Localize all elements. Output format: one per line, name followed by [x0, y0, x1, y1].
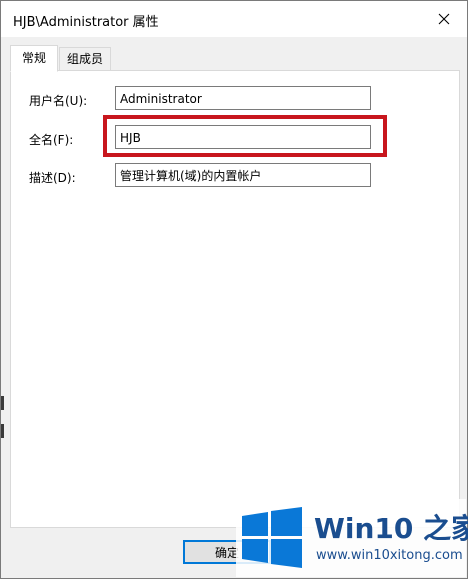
- close-button[interactable]: [421, 1, 467, 37]
- tab-general[interactable]: 常规: [10, 45, 58, 72]
- username-label: 用户名(U):: [29, 94, 88, 108]
- windows-logo-icon: [242, 507, 302, 568]
- fullname-label: 全名(F):: [29, 133, 74, 147]
- fullname-highlight-box: [103, 115, 387, 157]
- description-field[interactable]: 管理计算机(域)的内置帐户: [115, 163, 371, 187]
- username-field[interactable]: Administrator: [115, 86, 371, 110]
- close-icon: [438, 13, 450, 25]
- description-label: 描述(D):: [29, 171, 76, 185]
- window-title: HJB\Administrator 属性: [13, 15, 159, 30]
- background-edge-mark: [1, 424, 4, 438]
- background-edge-mark: [1, 396, 4, 410]
- watermark: Win10 之家 www.win10xitong.com: [236, 499, 468, 577]
- tab-member-of[interactable]: 组成员: [59, 47, 111, 71]
- general-tab-panel: 用户名(U): Administrator 全名(F): HJB 描述(D): …: [10, 70, 460, 528]
- title-bar[interactable]: HJB\Administrator 属性: [1, 1, 467, 37]
- watermark-url: www.win10xitong.com: [316, 548, 463, 563]
- properties-dialog: HJB\Administrator 属性 常规 组成员 用户名(U): Admi…: [0, 0, 468, 579]
- watermark-title: Win10 之家: [314, 512, 468, 545]
